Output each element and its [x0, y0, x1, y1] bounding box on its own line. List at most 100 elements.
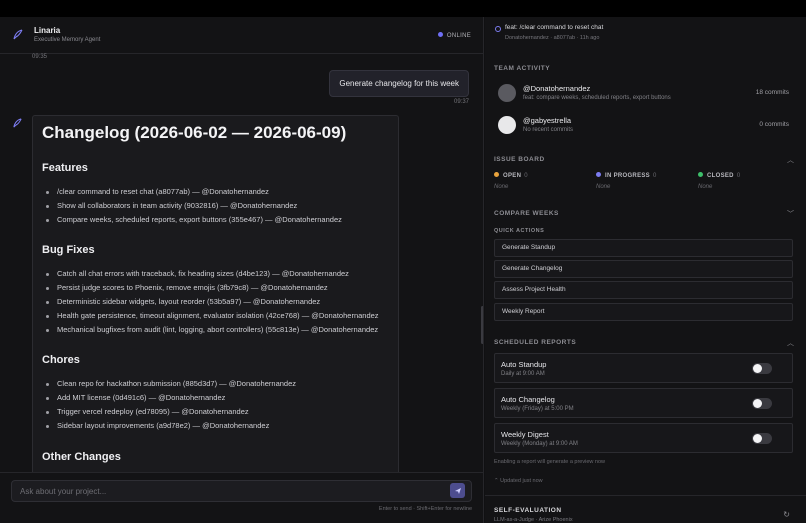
member-name: @Donatohernandez — [523, 84, 591, 93]
scheduled-reports-title[interactable]: SCHEDULED REPORTS — [494, 339, 576, 346]
team-member-row[interactable]: @gabyestrella No recent commits 0 commit… — [498, 115, 798, 137]
report-name: Auto Changelog — [501, 395, 555, 404]
auto-standup-toggle[interactable] — [752, 363, 772, 374]
reports-updated-label: Updated just now — [500, 478, 543, 484]
list-item: /clear command to reset chat (a8077ab) —… — [42, 185, 389, 199]
report-row-auto-standup: Auto Standup Daily at 9:00 AM — [494, 353, 793, 383]
status-label: ONLINE — [446, 33, 471, 39]
weekly-report-button[interactable]: Weekly Report — [494, 303, 793, 321]
list-item: Sidebar layout improvements (a9d78e2) — … — [42, 419, 389, 433]
window-top-bar — [0, 0, 806, 17]
assistant-message-card: Changelog (2026-06-02 — 2026-06-09) Feat… — [32, 115, 399, 515]
changelog-title: Changelog (2026-06-02 — 2026-06-09) — [42, 123, 347, 142]
list-item: Persist judge scores to Phoenix, remove … — [42, 281, 389, 295]
open-dot-icon — [494, 172, 499, 177]
list-item: Add MIT license (0d491c6) — @Donatoherna… — [42, 391, 389, 405]
reports-note: Enabling a report will generate a previe… — [494, 459, 605, 465]
report-schedule: Daily at 9:00 AM — [501, 371, 545, 377]
feather-icon — [13, 29, 23, 40]
section-heading: Features — [42, 162, 88, 174]
toggle-knob — [753, 364, 762, 373]
issue-board-title[interactable]: ISSUE BOARD — [494, 156, 545, 163]
chevron-down-icon[interactable]: ﹀ — [787, 209, 794, 219]
list-item: Deterministic sidebar widgets, layout re… — [42, 295, 389, 309]
user-message-bubble: Generate changelog for this week — [329, 70, 469, 97]
report-row-auto-changelog: Auto Changelog Weekly (Friday) at 5:00 P… — [494, 388, 793, 418]
issue-empty: None — [596, 184, 611, 190]
chat-header: Linaria Executive Memory Agent ONLINE — [0, 17, 483, 54]
avatar — [498, 116, 516, 134]
issue-empty: None — [494, 184, 509, 190]
section-heading: Bug Fixes — [42, 244, 95, 257]
issue-column-in-progress: IN PROGRESS 0 None — [596, 172, 657, 190]
issue-column-label: OPEN — [503, 173, 522, 179]
section-heading: Chores — [42, 354, 80, 367]
feather-icon — [13, 118, 22, 128]
self-evaluation-title: SELF-EVALUATION — [494, 507, 562, 514]
list-item: Show all collaborators in team activity … — [42, 199, 389, 213]
chat-scrollbar[interactable] — [481, 306, 483, 344]
user-message-timestamp: 09:37 — [453, 99, 469, 105]
member-name: @gabyestrella — [523, 116, 572, 125]
report-schedule: Weekly (Friday) at 5:00 PM — [501, 406, 574, 412]
bugfixes-list: Catch all chat errors with traceback, fi… — [42, 267, 389, 336]
status-dot-icon — [437, 32, 443, 37]
send-icon — [454, 487, 461, 494]
compare-weeks-title[interactable]: COMPARE WEEKS — [494, 210, 559, 217]
features-list: /clear command to reset chat (a8077ab) —… — [42, 185, 389, 226]
chevron-up-icon[interactable]: ︿ — [787, 338, 794, 348]
toggle-knob — [753, 399, 762, 408]
in-progress-dot-icon — [596, 172, 601, 177]
issue-count: 0 — [652, 173, 657, 179]
issue-empty: None — [698, 184, 713, 190]
assess-project-health-button[interactable]: Assess Project Health — [494, 281, 793, 299]
member-commit-count: 0 commits — [759, 121, 789, 128]
status-badge: ONLINE — [437, 32, 471, 39]
message-timestamp: 09:35 — [32, 54, 48, 60]
list-item: Trigger vercel redeploy (ed78095) — @Don… — [42, 405, 389, 419]
refresh-icon[interactable]: ↻ — [783, 510, 790, 519]
member-commit-count: 18 commits — [755, 89, 789, 96]
commit-icon — [495, 26, 501, 32]
issue-column-closed: CLOSED 0 None — [698, 172, 740, 190]
chat-input[interactable] — [11, 480, 472, 502]
issue-column-label: IN PROGRESS — [605, 173, 650, 179]
report-name: Auto Standup — [501, 360, 547, 369]
chevron-up-icon[interactable]: ︿ — [787, 155, 794, 165]
team-member-row[interactable]: @Donatohernandez feat: compare weeks, sc… — [498, 83, 798, 105]
commit-meta: Donatohernandez · a8077ab · 11h ago — [505, 35, 600, 41]
avatar — [498, 84, 516, 102]
closed-dot-icon — [698, 172, 703, 177]
list-item: Mechanical bugfixes from audit (lint, lo… — [42, 323, 389, 337]
list-item: Compare weeks, scheduled reports, export… — [42, 213, 389, 227]
report-name: Weekly Digest — [501, 430, 549, 439]
issue-count: 0 — [736, 173, 741, 179]
input-hint: Enter to send · Shift+Enter for newline — [378, 506, 472, 512]
chat-input-area: Enter to send · Shift+Enter for newline — [0, 472, 483, 523]
member-summary: feat: compare weeks, scheduled reports, … — [523, 95, 671, 101]
issue-column-open: OPEN 0 None — [494, 172, 528, 190]
divider — [485, 495, 806, 496]
send-button[interactable] — [450, 483, 465, 498]
list-item: Clean repo for hackathon submission (885… — [42, 377, 389, 391]
toggle-knob — [753, 434, 762, 443]
generate-standup-button[interactable]: Generate Standup — [494, 239, 793, 257]
generate-changelog-button[interactable]: Generate Changelog — [494, 260, 793, 278]
weekly-digest-toggle[interactable] — [752, 433, 772, 444]
agent-name: Linaria — [34, 26, 61, 35]
reports-updated: ⌃ Updated just now — [494, 478, 543, 484]
chat-pane: Linaria Executive Memory Agent ONLINE 09… — [0, 17, 484, 523]
team-activity-title: TEAM ACTIVITY — [494, 65, 551, 72]
report-schedule: Weekly (Monday) at 9:00 AM — [501, 441, 578, 447]
section-heading: Other Changes — [42, 450, 121, 463]
quick-actions-title: QUICK ACTIONS — [494, 228, 545, 234]
agent-subtitle: Executive Memory Agent — [34, 37, 101, 43]
auto-changelog-toggle[interactable] — [752, 398, 772, 409]
self-evaluation-subtitle: LLM-as-a-Judge · Arize Phoenix — [494, 517, 573, 523]
report-row-weekly-digest: Weekly Digest Weekly (Monday) at 9:00 AM — [494, 423, 793, 453]
chores-list: Clean repo for hackathon submission (885… — [42, 377, 389, 432]
member-summary: No recent commits — [523, 127, 574, 133]
issue-count: 0 — [524, 173, 528, 179]
right-sidebar: feat: /clear command to reset chat Donat… — [485, 17, 806, 523]
list-item: Health gate persistence, timeout alignme… — [42, 309, 389, 323]
